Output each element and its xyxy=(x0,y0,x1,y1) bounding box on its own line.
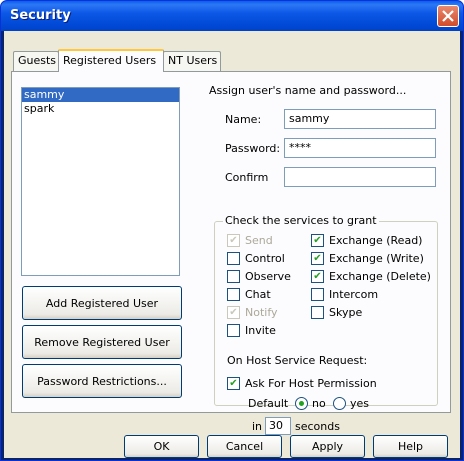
add-registered-user-button[interactable]: Add Registered User xyxy=(22,286,182,320)
confirm-field[interactable] xyxy=(284,167,436,187)
seconds-label: seconds xyxy=(295,420,340,433)
name-label: Name: xyxy=(225,113,262,126)
ask-host-permission-checkbox[interactable]: ✔ xyxy=(227,377,240,390)
dialog-client: Guests Registered Users NT Users sammy s… xyxy=(4,31,460,458)
send-label: Send xyxy=(245,234,273,247)
confirm-label: Confirm xyxy=(225,171,269,184)
password-restrictions-label: Password Restrictions... xyxy=(37,374,167,388)
observe-checkbox[interactable] xyxy=(227,270,240,283)
exchange-delete-label: Exchange (Delete) xyxy=(329,270,431,283)
help-button[interactable]: Help xyxy=(373,435,448,458)
cancel-label: Cancel xyxy=(225,440,264,453)
password-restrictions-button[interactable]: Password Restrictions... xyxy=(22,364,182,398)
chat-checkbox[interactable] xyxy=(227,288,240,301)
intercom-label: Intercom xyxy=(329,288,379,301)
exchange-read-label: Exchange (Read) xyxy=(329,234,423,247)
default-label: Default xyxy=(248,397,289,410)
in-label: in xyxy=(252,420,263,433)
tab-guests[interactable]: Guests xyxy=(13,51,59,71)
remove-registered-user-button[interactable]: Remove Registered User xyxy=(22,325,182,359)
yes-radio[interactable] xyxy=(333,397,346,410)
apply-label: Apply xyxy=(311,440,344,453)
list-item[interactable]: spark xyxy=(22,102,179,116)
observe-label: Observe xyxy=(245,270,291,283)
exchange-write-label: Exchange (Write) xyxy=(329,252,424,265)
close-icon xyxy=(442,10,454,22)
name-field[interactable]: sammy xyxy=(284,109,436,129)
invite-checkbox[interactable] xyxy=(227,324,240,337)
tab-nt-users[interactable]: NT Users xyxy=(163,51,221,71)
services-group: Check the services to grant ✔ Send Control… xyxy=(214,214,438,435)
notify-label: Notify xyxy=(245,306,278,319)
help-label: Help xyxy=(397,440,424,453)
ok-button[interactable]: OK xyxy=(124,435,199,458)
skype-checkbox[interactable] xyxy=(311,306,324,319)
no-label: no xyxy=(312,397,326,410)
seconds-field[interactable]: 30 xyxy=(265,417,291,435)
add-registered-user-label: Add Registered User xyxy=(45,296,159,310)
cancel-button[interactable]: Cancel xyxy=(207,435,282,458)
password-field[interactable]: **** xyxy=(284,138,436,158)
password-label: Password: xyxy=(225,142,281,155)
registered-users-panel: sammy spark Add Registered User Remove R… xyxy=(11,71,451,435)
chat-label: Chat xyxy=(245,288,271,301)
services-group-title: Check the services to grant xyxy=(223,214,379,227)
control-checkbox[interactable] xyxy=(227,252,240,265)
list-item[interactable]: sammy xyxy=(22,88,179,102)
apply-button[interactable]: Apply xyxy=(290,435,365,458)
control-label: Control xyxy=(245,252,285,265)
invite-label: Invite xyxy=(245,324,276,337)
exchange-write-checkbox[interactable]: ✔ xyxy=(311,252,324,265)
exchange-delete-checkbox[interactable]: ✔ xyxy=(311,270,324,283)
yes-label: yes xyxy=(350,397,370,410)
ok-label: OK xyxy=(153,440,170,453)
host-request-heading: On Host Service Request: xyxy=(227,354,368,367)
skype-label: Skype xyxy=(329,306,363,319)
exchange-read-checkbox[interactable]: ✔ xyxy=(311,234,324,247)
ask-host-permission-label: Ask For Host Permission xyxy=(245,377,377,390)
notify-checkbox: ✔ xyxy=(227,306,240,319)
tab-registered-users[interactable]: Registered Users xyxy=(58,49,164,72)
assign-heading: Assign user's name and password... xyxy=(209,84,407,97)
no-radio[interactable] xyxy=(295,397,308,410)
users-list[interactable]: sammy spark xyxy=(21,87,180,276)
window-title: Security xyxy=(10,8,71,23)
remove-registered-user-label: Remove Registered User xyxy=(34,335,170,349)
intercom-checkbox[interactable] xyxy=(311,288,324,301)
send-checkbox: ✔ xyxy=(227,234,240,247)
security-dialog: Security Guests Registered Users NT User… xyxy=(0,0,464,461)
close-button[interactable] xyxy=(437,5,459,27)
title-bar[interactable]: Security xyxy=(1,1,463,31)
